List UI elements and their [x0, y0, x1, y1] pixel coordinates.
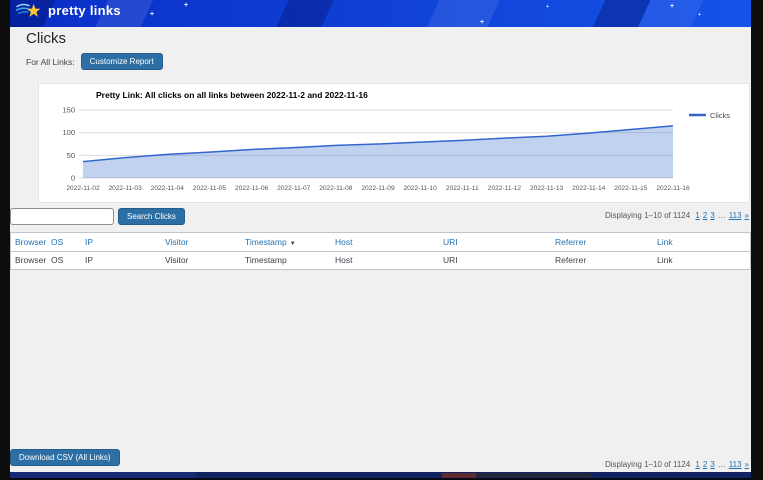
svg-text:2022-11-09: 2022-11-09 — [361, 185, 395, 192]
column-header-visitor: Visitor — [161, 251, 241, 269]
brand-name: pretty links — [48, 3, 121, 18]
column-header-ip[interactable]: IP — [81, 233, 161, 251]
report-filter-row: For All Links: Customize Report — [26, 53, 163, 70]
column-header-link: Link — [653, 251, 750, 269]
pagination-top: Displaying 1–10 of 1124 123 …113» — [605, 211, 749, 220]
column-header-os: OS — [47, 251, 81, 269]
page-link[interactable]: 2 — [703, 460, 707, 469]
svg-text:100: 100 — [62, 128, 75, 137]
svg-text:2022-11-13: 2022-11-13 — [530, 185, 564, 192]
page-link[interactable]: 1 — [695, 211, 699, 220]
clicks-table: BrowserOSIPVisitorTimestamp▼HostURIRefer… — [11, 233, 750, 269]
search-input[interactable] — [10, 208, 114, 225]
svg-text:2022-11-14: 2022-11-14 — [572, 185, 606, 192]
brand-header: pretty links + + + + + + — [10, 0, 751, 27]
page-link[interactable]: 113 — [729, 460, 742, 469]
column-header-host: Host — [331, 251, 439, 269]
sparkle-icon: + — [670, 3, 674, 10]
svg-text:2022-11-11: 2022-11-11 — [446, 185, 479, 192]
shooting-star-icon — [16, 2, 43, 19]
page-link[interactable]: » — [745, 460, 749, 469]
sort-desc-icon: ▼ — [290, 241, 296, 247]
column-header-uri: URI — [439, 251, 551, 269]
svg-text:2022-11-10: 2022-11-10 — [404, 185, 438, 192]
sparkle-icon: + — [150, 11, 154, 18]
column-header-referrer[interactable]: Referrer — [551, 233, 653, 251]
search-row: Search Clicks Displaying 1–10 of 1124 12… — [10, 208, 751, 228]
column-header-timestamp[interactable]: Timestamp▼ — [241, 233, 331, 251]
sparkle-icon: + — [184, 2, 188, 9]
svg-text:2022-11-03: 2022-11-03 — [109, 185, 143, 192]
page-link[interactable]: 113 — [729, 211, 742, 220]
bottom-actions-row: Download CSV (All Links) Displaying 1–10… — [10, 449, 751, 469]
svg-text:2022-11-12: 2022-11-12 — [488, 185, 522, 192]
admin-page: pretty links + + + + + + Clicks For All … — [10, 0, 751, 480]
column-header-visitor[interactable]: Visitor — [161, 233, 241, 251]
sparkle-icon: + — [546, 4, 549, 11]
clicks-table-card: BrowserOSIPVisitorTimestamp▼HostURIRefer… — [10, 232, 751, 270]
column-header-link[interactable]: Link — [653, 233, 750, 251]
column-header-ip: IP — [81, 251, 161, 269]
svg-text:50: 50 — [67, 151, 75, 160]
pagination-bottom: Displaying 1–10 of 1124 123 …113» — [605, 460, 749, 469]
page-links: 123 …113» — [692, 460, 749, 469]
filter-label: For All Links: — [26, 57, 75, 67]
search-clicks-button[interactable]: Search Clicks — [118, 208, 185, 225]
svg-text:2022-11-07: 2022-11-07 — [277, 185, 311, 192]
svg-text:150: 150 — [62, 106, 75, 115]
displaying-count: Displaying 1–10 of 1124 — [605, 460, 690, 469]
pretty-links-logo: pretty links — [16, 2, 121, 19]
customize-report-button[interactable]: Customize Report — [81, 53, 163, 70]
chart-title: Pretty Link: All clicks on all links bet… — [96, 90, 368, 100]
page-link[interactable]: 3 — [710, 460, 714, 469]
bottom-window-edge — [10, 472, 751, 480]
svg-text:2022-11-06: 2022-11-06 — [235, 185, 269, 192]
column-header-browser: Browser — [11, 251, 47, 269]
page-ellipsis: … — [718, 211, 726, 220]
column-header-referrer: Referrer — [551, 251, 653, 269]
svg-text:2022-11-05: 2022-11-05 — [193, 185, 227, 192]
clicks-area-chart: 150 100 50 0 2022-11-02 2022-11-03 2022-11-04 2… — [45, 102, 745, 202]
column-header-os[interactable]: OS — [47, 233, 81, 251]
clicks-chart-card: Pretty Link: All clicks on all links bet… — [38, 83, 750, 203]
page-ellipsis: … — [718, 460, 726, 469]
svg-text:2022-11-08: 2022-11-08 — [319, 185, 353, 192]
svg-text:2022-11-16: 2022-11-16 — [656, 185, 690, 192]
column-header-browser[interactable]: Browser — [11, 233, 47, 251]
svg-text:2022-11-15: 2022-11-15 — [614, 185, 648, 192]
column-header-host[interactable]: Host — [331, 233, 439, 251]
svg-text:Clicks: Clicks — [710, 111, 730, 120]
column-header-uri[interactable]: URI — [439, 233, 551, 251]
page-link[interactable]: » — [745, 211, 749, 220]
displaying-count: Displaying 1–10 of 1124 — [605, 211, 690, 220]
page-title: Clicks — [26, 30, 66, 47]
page-link[interactable]: 3 — [710, 211, 714, 220]
column-header-timestamp: Timestamp — [241, 251, 331, 269]
svg-text:2022-11-02: 2022-11-02 — [66, 185, 100, 192]
sparkle-icon: + — [698, 12, 701, 19]
download-csv-button[interactable]: Download CSV (All Links) — [10, 449, 120, 466]
sparkle-icon: + — [480, 19, 484, 26]
page-link[interactable]: 2 — [703, 211, 707, 220]
svg-text:0: 0 — [71, 174, 75, 183]
page-links: 123 …113» — [692, 211, 749, 220]
page-link[interactable]: 1 — [695, 460, 699, 469]
svg-text:2022-11-04: 2022-11-04 — [151, 185, 185, 192]
browser-viewport: pretty links + + + + + + Clicks For All … — [0, 0, 763, 480]
